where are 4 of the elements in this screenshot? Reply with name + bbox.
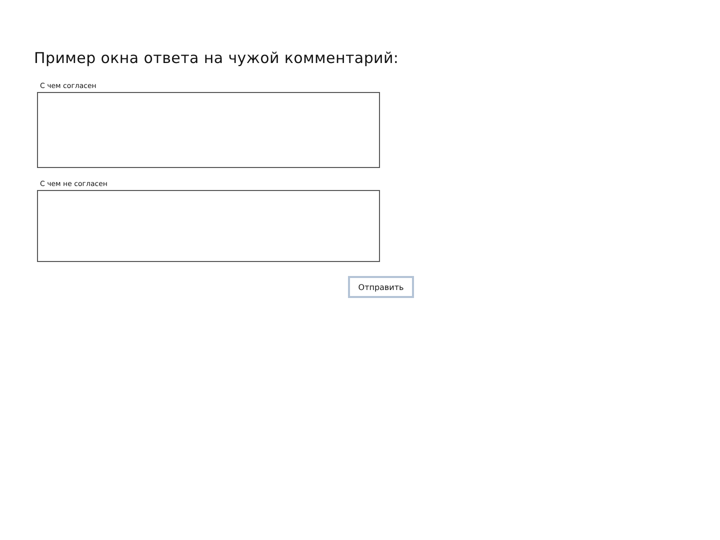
- page-title: Пример окна ответа на чужой комментарий:: [34, 48, 400, 68]
- comment-field[interactable]: [37, 92, 380, 168]
- submit-button[interactable]: Отправить: [348, 276, 414, 298]
- comment-field[interactable]: [37, 190, 380, 262]
